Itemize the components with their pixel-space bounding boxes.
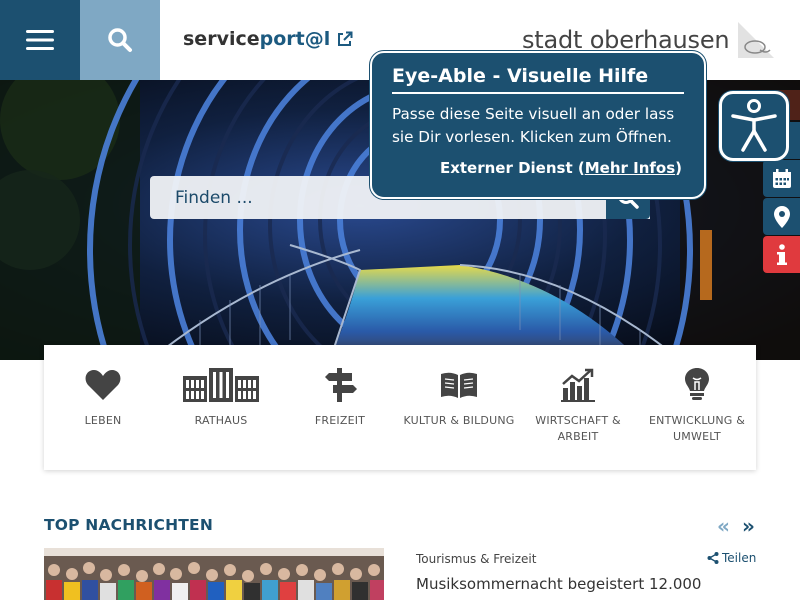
eye-able-external-note: Externer Dienst (Mehr Infos) (439, 159, 682, 177)
category-label: RATHAUS (194, 414, 248, 427)
header-search-button[interactable] (80, 0, 160, 80)
signpost-icon (325, 368, 357, 402)
category-label: FREIZEIT (314, 414, 366, 427)
serviceportal-link[interactable]: serviceport@l (183, 28, 353, 50)
eye-able-title: Eye-Able - Visuelle Hilfe (392, 65, 684, 94)
external-link-icon (338, 31, 353, 46)
category-rathaus[interactable]: RATHAUS (162, 345, 280, 470)
hamburger-icon (26, 30, 54, 50)
share-button[interactable]: Teilen (707, 551, 756, 565)
location-button[interactable] (763, 198, 800, 235)
category-freizeit[interactable]: FREIZEIT (281, 345, 399, 470)
eye-able-button[interactable] (719, 91, 789, 161)
news-headline[interactable]: Musiksommernacht begeistert 12.000 (416, 575, 701, 593)
category-label: WIRTSCHAFT & ARBEIT (535, 414, 621, 443)
city-logo-text[interactable]: stadt oberhausen (522, 26, 730, 54)
share-label: Teilen (722, 551, 757, 565)
heart-icon (85, 370, 121, 400)
share-icon (707, 552, 719, 564)
calendar-icon (772, 168, 791, 188)
eye-able-description: Passe diese Seite visuell an oder lass s… (392, 105, 675, 146)
eye-able-tooltip[interactable]: Eye-Able - Visuelle Hilfe Passe diese Se… (370, 51, 706, 199)
city-logo-icon (738, 22, 774, 58)
calendar-button[interactable] (763, 160, 800, 197)
accessibility-icon (731, 99, 777, 152)
lightbulb-icon (685, 368, 709, 400)
info-button[interactable] (763, 236, 800, 273)
news-image[interactable] (44, 548, 384, 600)
serviceportal-label: serviceport@l (183, 28, 331, 50)
section-title-top-news: TOP NACHRICHTEN (44, 516, 214, 534)
category-kultur-bildung[interactable]: KULTUR & BILDUNG (400, 345, 518, 470)
menu-button[interactable] (0, 0, 80, 80)
category-label: LEBEN (84, 414, 122, 427)
location-pin-icon (773, 205, 790, 228)
news-next-button[interactable]: » (742, 514, 755, 538)
news-crowd-photo (44, 548, 384, 600)
category-label: ENTWICKLUNG & UMWELT (649, 414, 745, 443)
category-leben[interactable]: LEBEN (44, 345, 162, 470)
town-hall-icon (183, 368, 259, 402)
more-info-link[interactable]: Mehr Infos (585, 159, 675, 177)
search-icon (108, 28, 132, 52)
category-wirtschaft-arbeit[interactable]: WIRTSCHAFT & ARBEIT (519, 345, 637, 470)
info-icon (776, 243, 787, 265)
news-category: Tourismus & Freizeit (416, 552, 537, 566)
category-entwicklung-umwelt[interactable]: ENTWICKLUNG & UMWELT (638, 345, 756, 470)
chart-icon (561, 368, 595, 402)
category-label: KULTUR & BILDUNG (403, 414, 515, 427)
book-icon (441, 372, 477, 398)
category-panel: LEBEN RATHAUS FREIZEIT KULTUR & BILDUNG … (44, 345, 756, 470)
news-prev-button[interactable]: « (717, 514, 730, 538)
